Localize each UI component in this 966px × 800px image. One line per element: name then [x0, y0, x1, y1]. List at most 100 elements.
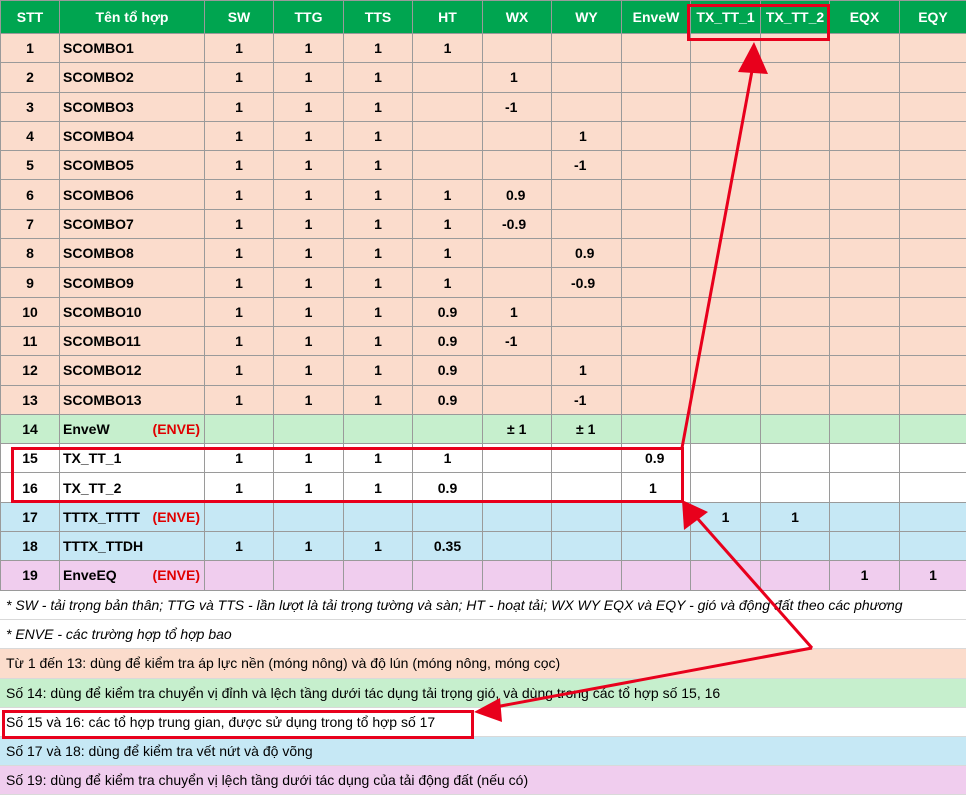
cell-wy[interactable]: -0.9 — [551, 267, 622, 298]
cell-eqx[interactable] — [829, 443, 900, 474]
cell-tx-tt-2[interactable] — [760, 413, 830, 445]
cell-wy[interactable] — [551, 296, 622, 327]
cell-envew[interactable] — [621, 531, 691, 562]
header-ttg[interactable]: TTG — [273, 0, 344, 34]
cell-stt[interactable]: 16 — [0, 472, 60, 503]
cell-eqy[interactable] — [899, 443, 966, 474]
cell-combination-name[interactable]: TTTX_TTDH — [59, 531, 205, 562]
cell-tx-tt-2[interactable]: 1 — [760, 501, 830, 533]
cell-stt[interactable]: 12 — [0, 355, 60, 386]
cell-wx[interactable] — [482, 120, 552, 152]
cell-wy[interactable] — [551, 208, 622, 240]
header-sw[interactable]: SW — [204, 0, 274, 34]
cell-tx-tt-2[interactable] — [760, 384, 830, 415]
cell-wx[interactable] — [482, 267, 552, 298]
cell-combination-name[interactable]: EnveEQ (ENVE) — [59, 560, 205, 591]
cell-tts[interactable] — [343, 413, 413, 445]
cell-eqy[interactable] — [899, 91, 966, 122]
cell-ht[interactable] — [412, 91, 483, 122]
cell-stt[interactable]: 7 — [0, 208, 60, 240]
cell-eqy[interactable] — [899, 531, 966, 562]
cell-tx-tt-1[interactable] — [690, 443, 761, 474]
cell-tts[interactable]: 1 — [343, 120, 413, 152]
cell-stt[interactable]: 13 — [0, 384, 60, 415]
cell-tx-tt-1[interactable]: 1 — [690, 501, 761, 533]
cell-eqx[interactable] — [829, 91, 900, 122]
cell-ht[interactable]: 1 — [412, 32, 483, 64]
cell-combination-name[interactable]: SCOMBO5 — [59, 150, 205, 181]
cell-ht[interactable] — [412, 150, 483, 181]
cell-combination-name[interactable]: EnveW (ENVE) — [59, 413, 205, 445]
cell-tts[interactable]: 1 — [343, 267, 413, 298]
cell-sw[interactable]: 1 — [204, 208, 274, 240]
cell-eqx[interactable] — [829, 384, 900, 415]
cell-tx-tt-2[interactable] — [760, 208, 830, 240]
cell-ttg[interactable]: 1 — [273, 355, 344, 386]
cell-tx-tt-2[interactable] — [760, 472, 830, 503]
cell-tx-tt-2[interactable] — [760, 267, 830, 298]
cell-tx-tt-1[interactable] — [690, 355, 761, 386]
cell-eqx[interactable] — [829, 32, 900, 64]
header-stt[interactable]: STT — [0, 0, 60, 34]
cell-eqx[interactable] — [829, 413, 900, 445]
cell-wx[interactable] — [482, 150, 552, 181]
cell-envew[interactable] — [621, 325, 691, 357]
cell-eqy[interactable] — [899, 267, 966, 298]
cell-combination-name[interactable]: SCOMBO3 — [59, 91, 205, 122]
cell-tts[interactable]: 1 — [343, 208, 413, 240]
cell-tx-tt-1[interactable] — [690, 179, 761, 210]
cell-ttg[interactable]: 1 — [273, 120, 344, 152]
cell-envew[interactable] — [621, 560, 691, 591]
header-wx[interactable]: WX — [482, 0, 552, 34]
cell-tts[interactable]: 1 — [343, 384, 413, 415]
cell-stt[interactable]: 14 — [0, 413, 60, 445]
cell-tx-tt-2[interactable] — [760, 238, 830, 269]
cell-tx-tt-1[interactable] — [690, 413, 761, 445]
cell-ht[interactable] — [412, 413, 483, 445]
header-wy[interactable]: WY — [551, 0, 622, 34]
cell-stt[interactable]: 11 — [0, 325, 60, 357]
cell-tx-tt-1[interactable] — [690, 91, 761, 122]
cell-wx[interactable] — [482, 501, 552, 533]
cell-eqy[interactable] — [899, 296, 966, 327]
cell-combination-name[interactable]: SCOMBO9 — [59, 267, 205, 298]
cell-combination-name[interactable]: TX_TT_1 — [59, 443, 205, 474]
cell-tx-tt-2[interactable] — [760, 32, 830, 64]
cell-sw[interactable]: 1 — [204, 325, 274, 357]
cell-eqx[interactable] — [829, 150, 900, 181]
cell-eqy[interactable] — [899, 413, 966, 445]
cell-wx[interactable]: 0.9 — [482, 179, 552, 210]
cell-sw[interactable]: 1 — [204, 443, 274, 474]
cell-ht[interactable]: 1 — [412, 208, 483, 240]
cell-eqx[interactable] — [829, 531, 900, 562]
cell-tx-tt-1[interactable] — [690, 208, 761, 240]
cell-combination-name[interactable]: SCOMBO11 — [59, 325, 205, 357]
cell-tts[interactable]: 1 — [343, 472, 413, 503]
cell-wy[interactable] — [551, 472, 622, 503]
cell-tts[interactable]: 1 — [343, 32, 413, 64]
cell-wx[interactable] — [482, 472, 552, 503]
cell-ttg[interactable]: 1 — [273, 150, 344, 181]
cell-sw[interactable]: 1 — [204, 120, 274, 152]
cell-combination-name[interactable]: SCOMBO1 — [59, 32, 205, 64]
cell-stt[interactable]: 3 — [0, 91, 60, 122]
cell-tx-tt-1[interactable] — [690, 531, 761, 562]
cell-sw[interactable]: 1 — [204, 355, 274, 386]
cell-eqx[interactable] — [829, 238, 900, 269]
cell-ttg[interactable] — [273, 560, 344, 591]
cell-ht[interactable] — [412, 560, 483, 591]
cell-ht[interactable]: 1 — [412, 238, 483, 269]
cell-wy[interactable] — [551, 560, 622, 591]
cell-combination-name[interactable]: TTTX_TTTT (ENVE) — [59, 501, 205, 533]
cell-eqy[interactable] — [899, 325, 966, 357]
cell-tts[interactable]: 1 — [343, 296, 413, 327]
cell-envew[interactable] — [621, 355, 691, 386]
cell-wy[interactable]: 1 — [551, 120, 622, 152]
cell-ht[interactable] — [412, 501, 483, 533]
cell-wx[interactable] — [482, 355, 552, 386]
cell-ttg[interactable]: 1 — [273, 32, 344, 64]
cell-eqy[interactable] — [899, 179, 966, 210]
cell-envew[interactable] — [621, 267, 691, 298]
cell-tts[interactable]: 1 — [343, 62, 413, 93]
cell-eqy[interactable] — [899, 208, 966, 240]
